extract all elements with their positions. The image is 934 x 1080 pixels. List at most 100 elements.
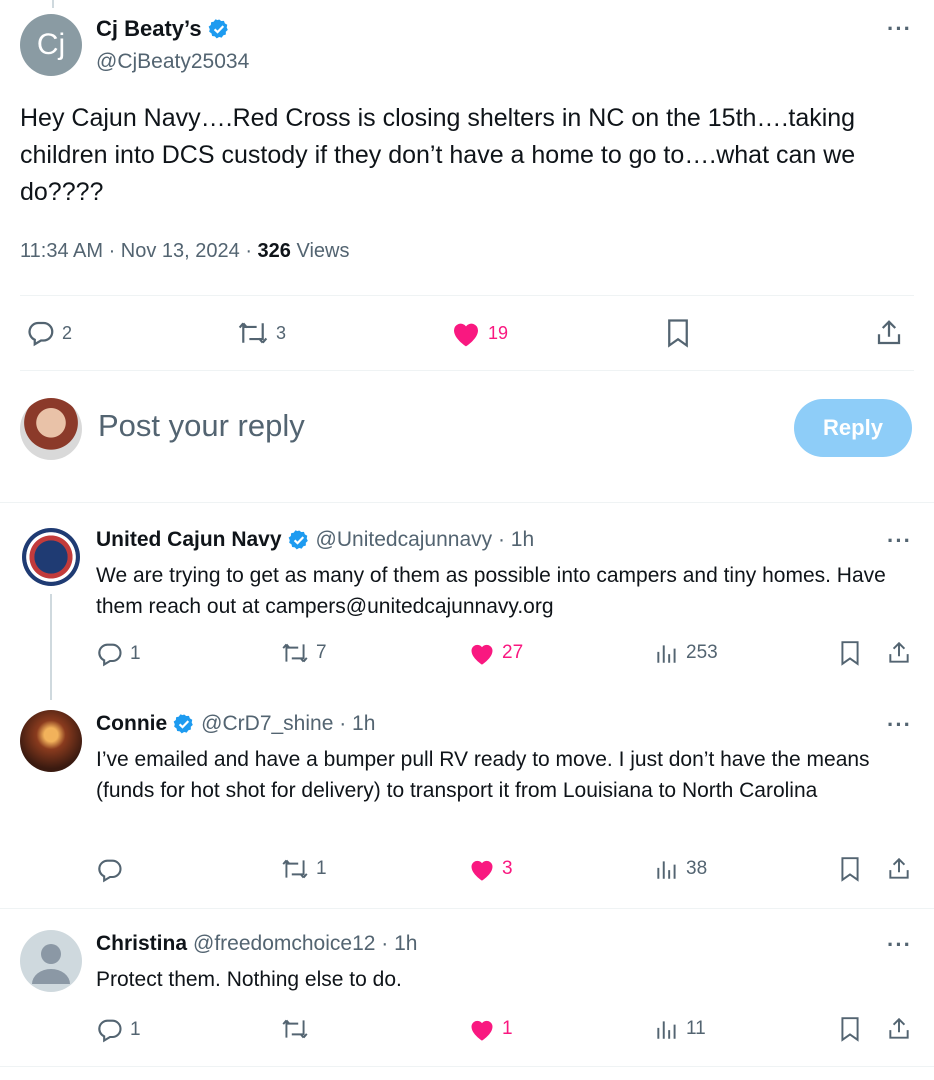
- reply-text: I’ve emailed and have a bumper pull RV r…: [96, 748, 870, 802]
- reply-icon: [28, 321, 54, 347]
- divider: [20, 370, 914, 371]
- reply-action[interactable]: 1: [96, 1016, 141, 1044]
- bookmark-icon: [668, 319, 688, 348]
- repost-count: 7: [316, 642, 327, 663]
- reply-action[interactable]: 1: [96, 640, 141, 668]
- repost-icon: [238, 322, 268, 344]
- reply-count: 2: [62, 322, 73, 343]
- tweet-meta: 11:34 AM · Nov 13, 2024 · 326 Views: [20, 240, 349, 263]
- share-action[interactable]: [874, 318, 904, 348]
- like-count: 1: [502, 1018, 513, 1039]
- repost-icon: [282, 859, 308, 879]
- reply-header: Christina @freedomchoice12 · 1h: [96, 932, 417, 956]
- more-icon[interactable]: ···: [887, 16, 912, 42]
- views-count: 38: [686, 858, 708, 879]
- views-action[interactable]: 11: [654, 1016, 706, 1042]
- views-icon: [657, 1021, 676, 1039]
- share-action[interactable]: [886, 1016, 912, 1042]
- like-count: 27: [502, 642, 524, 663]
- reply-author-name[interactable]: Connie: [96, 712, 167, 736]
- like-action[interactable]: 19: [450, 318, 508, 348]
- like-icon: [471, 860, 493, 881]
- views-label: Views: [290, 240, 350, 262]
- reply-author-avatar[interactable]: [20, 710, 82, 772]
- like-count: 19: [488, 322, 509, 343]
- divider: [0, 908, 934, 909]
- repost-count: 1: [316, 858, 327, 879]
- share-icon: [889, 857, 909, 879]
- divider: [0, 502, 934, 503]
- reply-author-handle[interactable]: @Unitedcajunnavy · 1h: [316, 528, 535, 552]
- author-handle[interactable]: @CjBeaty25034: [96, 50, 249, 74]
- like-action[interactable]: 3: [468, 856, 513, 882]
- reply-count: 1: [130, 643, 141, 664]
- like-icon: [471, 1020, 493, 1041]
- share-icon: [889, 1017, 909, 1039]
- thread-connector: [52, 0, 54, 8]
- views-count: 326: [257, 240, 291, 262]
- reply-icon: [98, 1019, 122, 1043]
- reply-actions: 1 3 38: [0, 856, 934, 896]
- repost-icon: [282, 643, 308, 663]
- reply-text: We are trying to get as many of them as …: [96, 564, 886, 618]
- bookmark-icon: [841, 857, 859, 882]
- like-action[interactable]: 27: [468, 640, 523, 666]
- more-icon[interactable]: ···: [887, 932, 912, 958]
- more-icon[interactable]: ···: [887, 712, 912, 738]
- bookmark-icon: [841, 641, 859, 666]
- bookmark-action[interactable]: [838, 856, 862, 882]
- tweet-text: Hey Cajun Navy….Red Cross is closing she…: [20, 104, 856, 206]
- views-count: 253: [686, 642, 718, 663]
- views-action[interactable]: 38: [654, 856, 707, 882]
- current-user-avatar[interactable]: [20, 398, 82, 460]
- share-action[interactable]: [886, 856, 912, 882]
- bookmark-action[interactable]: [664, 318, 692, 348]
- author-name-row[interactable]: Cj Beaty’s: [96, 16, 230, 42]
- like-icon: [454, 323, 478, 347]
- reply-author-avatar[interactable]: [22, 528, 80, 586]
- like-action[interactable]: 1: [468, 1016, 513, 1042]
- reply-header: United Cajun Navy @Unitedcajunnavy · 1h: [96, 528, 534, 552]
- reply-actions: 1 1 11: [0, 1016, 934, 1056]
- verified-badge-icon: [288, 530, 308, 550]
- views-count: 11: [686, 1018, 706, 1039]
- share-action[interactable]: [886, 640, 912, 666]
- verified-badge-icon: [208, 19, 228, 39]
- reply-actions: 1 7 27 253: [0, 640, 934, 680]
- repost-action[interactable]: [280, 1016, 316, 1042]
- reply-header: Connie @CrD7_shine · 1h: [96, 712, 375, 736]
- default-avatar-icon[interactable]: [20, 930, 82, 992]
- author-avatar[interactable]: Cj: [20, 14, 82, 76]
- like-icon: [471, 644, 493, 665]
- repost-action[interactable]: 3: [236, 318, 286, 348]
- repost-icon: [282, 1019, 308, 1039]
- views-action[interactable]: 253: [654, 640, 718, 666]
- repost-count: 3: [276, 322, 287, 343]
- repost-action[interactable]: 7: [280, 640, 327, 666]
- reply-icon: [98, 643, 122, 667]
- divider: [0, 1066, 934, 1067]
- reply-author-name[interactable]: Christina: [96, 932, 187, 956]
- verified-badge-icon: [173, 714, 193, 734]
- bookmark-action[interactable]: [838, 1016, 862, 1042]
- reply-text: Protect them. Nothing else to do.: [96, 968, 402, 991]
- reply-icon: [98, 859, 122, 883]
- bookmark-action[interactable]: [838, 640, 862, 666]
- tweet-timestamp[interactable]: 11:34 AM · Nov 13, 2024 ·: [20, 240, 258, 262]
- reply-button[interactable]: Reply: [794, 399, 912, 457]
- share-icon: [877, 320, 901, 345]
- reply-input[interactable]: Post your reply: [98, 408, 305, 444]
- repost-action[interactable]: 1: [280, 856, 327, 882]
- share-icon: [889, 641, 909, 663]
- bookmark-icon: [841, 1017, 859, 1042]
- author-name[interactable]: Cj Beaty’s: [96, 16, 202, 42]
- views-icon: [657, 645, 676, 663]
- more-icon[interactable]: ···: [887, 528, 912, 554]
- reply-author-handle[interactable]: @freedomchoice12 · 1h: [193, 932, 417, 956]
- reply-count: 1: [130, 1019, 141, 1040]
- reply-author-handle[interactable]: @CrD7_shine · 1h: [201, 712, 375, 736]
- reply-action[interactable]: [96, 856, 130, 884]
- views-icon: [657, 861, 676, 879]
- reply-action[interactable]: 2: [26, 318, 72, 348]
- reply-author-name[interactable]: United Cajun Navy: [96, 528, 282, 552]
